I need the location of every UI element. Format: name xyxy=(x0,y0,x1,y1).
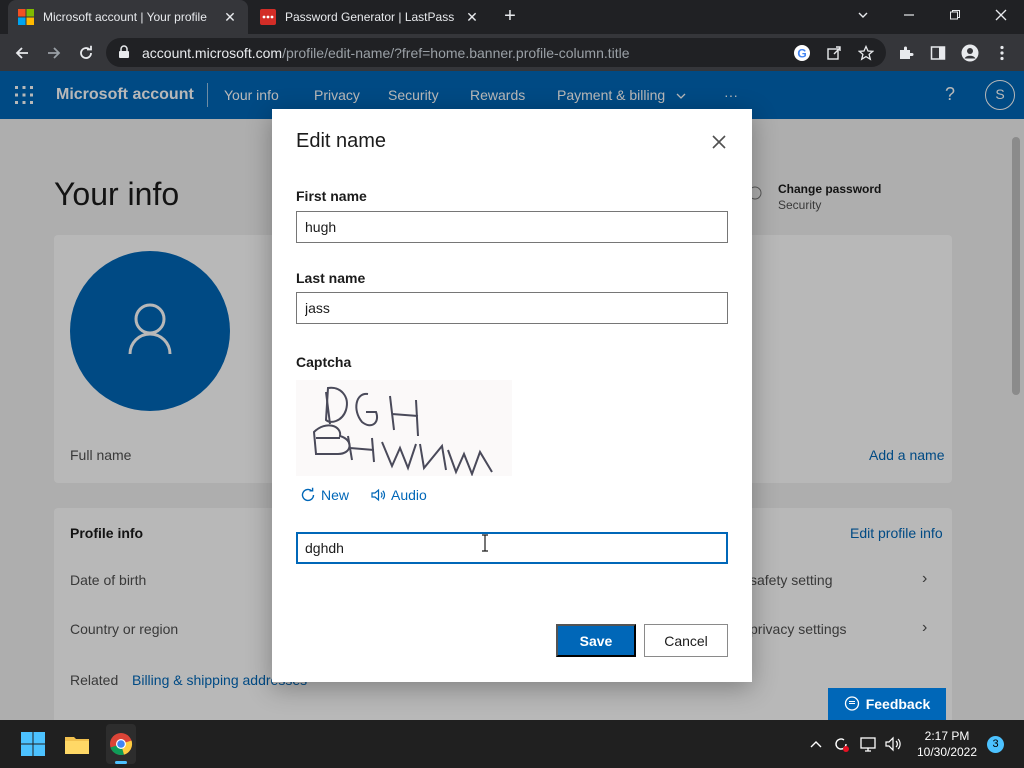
close-window-button[interactable] xyxy=(978,0,1024,30)
notification-badge[interactable]: 3 xyxy=(987,736,1004,753)
svg-text:G: G xyxy=(797,47,806,61)
close-tab-icon[interactable]: ✕ xyxy=(222,9,238,26)
tab-search-chevron-icon[interactable] xyxy=(840,0,886,30)
extensions-puzzle-icon[interactable] xyxy=(893,40,919,66)
captcha-input[interactable] xyxy=(296,532,728,564)
cancel-button[interactable]: Cancel xyxy=(644,624,728,657)
reload-button[interactable] xyxy=(73,40,99,66)
windows-start-icon[interactable] xyxy=(19,730,47,758)
chevron-up-icon[interactable] xyxy=(806,734,826,754)
tab-title: Microsoft account | Your profile xyxy=(43,10,207,24)
volume-icon[interactable] xyxy=(883,734,903,754)
text-cursor-icon xyxy=(482,534,488,552)
first-name-label: First name xyxy=(296,188,367,204)
browser-tab-strip: Microsoft account | Your profile ✕ Passw… xyxy=(0,0,1024,34)
tab-lastpass[interactable]: Password Generator | LastPass ✕ xyxy=(250,0,490,34)
chrome-taskbar-button[interactable] xyxy=(106,724,136,764)
system-clock[interactable]: 2:17 PM 10/30/2022 xyxy=(912,728,982,760)
lock-icon xyxy=(119,45,129,58)
profile-icon[interactable] xyxy=(957,40,983,66)
url-text: account.microsoft.com/profile/edit-name/… xyxy=(142,45,630,61)
reload-icon xyxy=(80,45,92,59)
close-icon[interactable] xyxy=(708,131,730,153)
sync-icon[interactable] xyxy=(831,734,851,754)
clock-date: 10/30/2022 xyxy=(916,745,978,759)
active-app-indicator xyxy=(115,761,127,764)
speaker-icon xyxy=(371,488,386,502)
lastpass-icon xyxy=(260,9,276,25)
edit-name-dialog: Edit name First name Last name Captcha N… xyxy=(272,109,752,682)
arrow-left-icon xyxy=(15,47,28,59)
chrome-icon xyxy=(110,733,133,756)
chrome-menu-icon[interactable] xyxy=(989,40,1015,66)
share-icon[interactable] xyxy=(821,40,847,66)
windows-taskbar: 2:17 PM 10/30/2022 3 xyxy=(0,720,1024,768)
clock-time: 2:17 PM xyxy=(924,729,970,743)
side-panel-icon[interactable] xyxy=(925,40,951,66)
captcha-new-button[interactable]: New xyxy=(300,487,349,503)
feedback-icon xyxy=(844,696,859,711)
captcha-label: Captcha xyxy=(296,354,352,370)
new-tab-button[interactable]: + xyxy=(499,5,521,27)
tab-title: Password Generator | LastPass xyxy=(285,10,455,24)
google-icon[interactable]: G xyxy=(789,40,815,66)
refresh-icon xyxy=(301,487,315,502)
last-name-input[interactable] xyxy=(296,292,728,324)
arrow-right-icon xyxy=(48,47,61,59)
captcha-image xyxy=(296,380,512,477)
back-button[interactable] xyxy=(9,40,35,66)
minimize-button[interactable] xyxy=(886,0,932,30)
address-bar[interactable]: account.microsoft.com/profile/edit-name/… xyxy=(106,38,886,67)
captcha-audio-button[interactable]: Audio xyxy=(370,487,427,503)
close-tab-icon[interactable]: ✕ xyxy=(464,9,480,26)
last-name-label: Last name xyxy=(296,270,366,286)
forward-button[interactable] xyxy=(41,40,67,66)
microsoft-logo-icon xyxy=(18,9,34,25)
browser-toolbar: account.microsoft.com/profile/edit-name/… xyxy=(0,34,1024,71)
first-name-input[interactable] xyxy=(296,211,728,243)
restore-button[interactable] xyxy=(932,0,978,30)
bookmark-star-icon[interactable] xyxy=(853,40,879,66)
network-icon[interactable] xyxy=(858,734,878,754)
save-button[interactable]: Save xyxy=(556,624,636,657)
file-explorer-icon[interactable] xyxy=(63,730,91,758)
tab-microsoft-account[interactable]: Microsoft account | Your profile ✕ xyxy=(8,0,248,34)
feedback-button[interactable]: Feedback xyxy=(828,688,946,720)
dialog-title: Edit name xyxy=(296,130,387,152)
